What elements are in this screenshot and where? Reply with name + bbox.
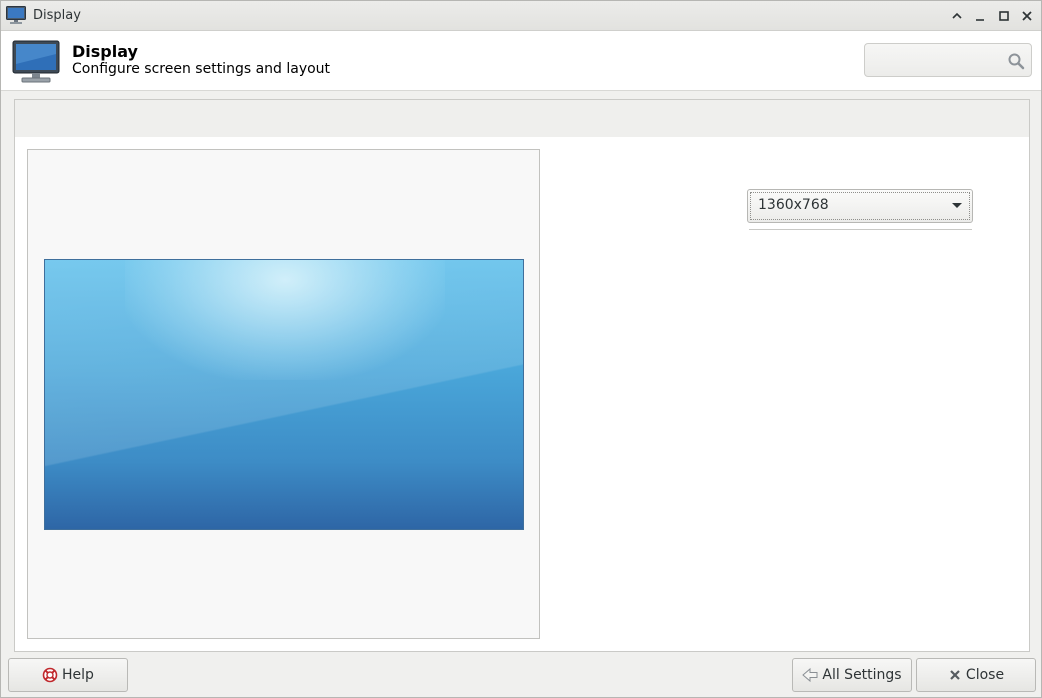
- shade-button[interactable]: [948, 7, 966, 25]
- display-settings-window: Display Display Configure screen setting…: [0, 0, 1042, 698]
- title-bar[interactable]: Display: [1, 1, 1041, 31]
- search-field[interactable]: [864, 43, 1032, 77]
- dialog-header: Display Configure screen settings and la…: [1, 31, 1041, 91]
- display-preview-monitor[interactable]: [44, 259, 524, 530]
- chevron-down-icon: [952, 203, 962, 208]
- all-settings-button[interactable]: All Settings: [792, 658, 912, 692]
- back-arrow-icon: [802, 667, 818, 683]
- page-subtitle: Configure screen settings and layout: [72, 61, 331, 77]
- close-button-label: Close: [965, 667, 1005, 683]
- search-input[interactable]: [871, 50, 1001, 70]
- help-button[interactable]: Help: [8, 658, 128, 692]
- panel-tab-strip: [15, 100, 1029, 137]
- monitor-icon: [12, 40, 60, 84]
- resolution-value: 1360x768: [758, 197, 829, 213]
- minimize-button[interactable]: [971, 7, 989, 25]
- close-icon: [950, 670, 960, 680]
- divider: [749, 229, 972, 230]
- wallpaper-sheen: [45, 260, 523, 529]
- resolution-dropdown[interactable]: 1360x768: [747, 189, 973, 223]
- monitor-icon: [6, 6, 26, 25]
- close-icon: [1022, 11, 1032, 21]
- minimize-icon: [976, 19, 984, 21]
- window-title: Display: [33, 8, 81, 23]
- display-panel: 1360x768: [14, 99, 1030, 652]
- maximize-icon: [999, 11, 1009, 21]
- help-button-label: Help: [62, 667, 94, 683]
- window-close-button[interactable]: [1018, 7, 1036, 25]
- maximize-button[interactable]: [995, 7, 1013, 25]
- page-title: Display: [72, 42, 138, 61]
- chevron-up-icon: [952, 12, 962, 19]
- lifebuoy-icon: [42, 667, 58, 683]
- display-layout-preview: [27, 149, 540, 639]
- search-icon[interactable]: [1007, 52, 1025, 70]
- all-settings-button-label: All Settings: [822, 667, 902, 683]
- close-button[interactable]: Close: [916, 658, 1036, 692]
